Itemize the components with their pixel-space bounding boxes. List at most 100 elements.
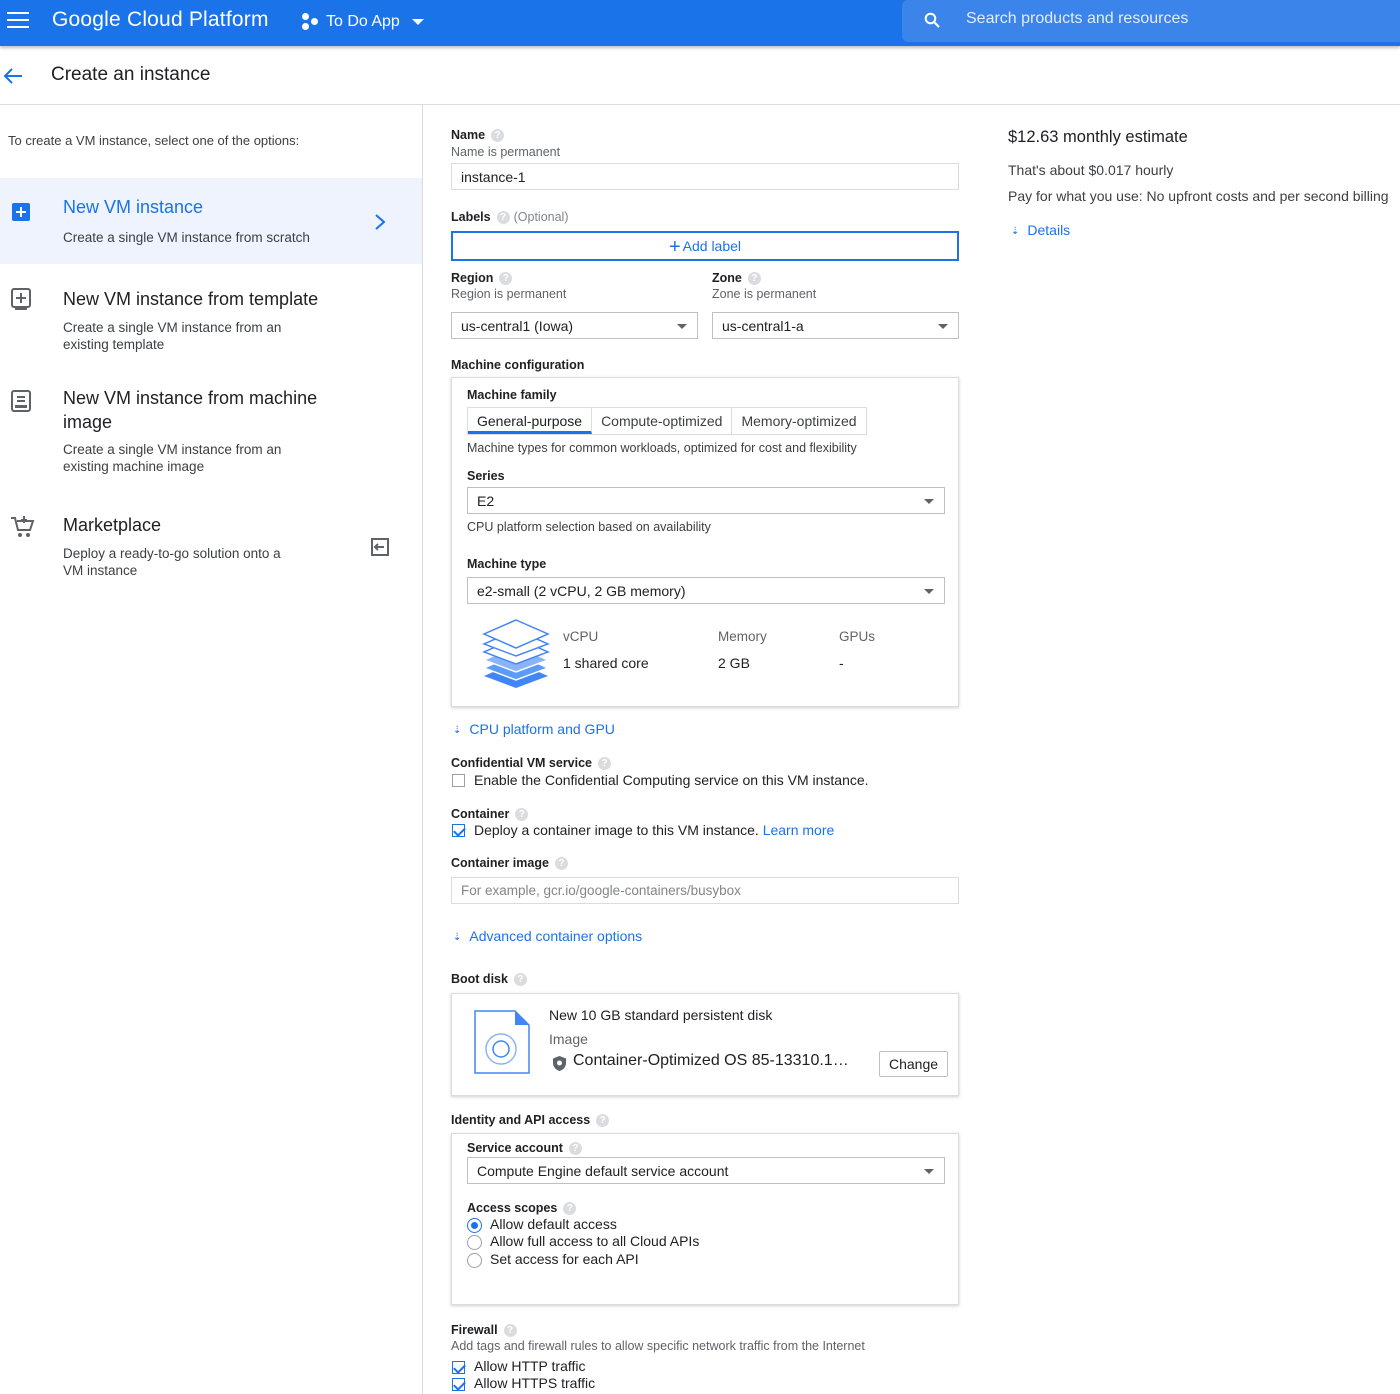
help-icon[interactable]: ? — [499, 272, 513, 286]
project-selector[interactable]: To Do App — [302, 10, 424, 34]
boot-disk-label: Boot disk? — [451, 972, 527, 987]
help-icon[interactable]: ? — [747, 272, 761, 286]
chevron-right-icon — [375, 214, 386, 230]
service-account-select[interactable]: Compute Engine default service account — [467, 1157, 945, 1184]
change-button[interactable]: Change — [879, 1051, 949, 1077]
option-title: New VM instance — [63, 197, 204, 217]
vcpu-value: 1 shared core — [563, 655, 649, 671]
scope-full-radio[interactable] — [467, 1235, 482, 1250]
project-icon — [302, 13, 320, 31]
details-link[interactable]: ⇣ Details — [1011, 222, 1070, 238]
help-icon[interactable]: ? — [503, 1324, 517, 1338]
top-app-bar: Google Cloud Platform To Do App Search p… — [0, 0, 1400, 46]
machine-config-card: Machine family General-purpose Compute-o… — [451, 377, 959, 707]
brand-title[interactable]: Google Cloud Platform — [52, 8, 269, 32]
boot-disk-card: New 10 GB standard persistent disk Image… — [451, 993, 959, 1096]
help-icon[interactable]: ? — [496, 211, 510, 225]
add-box-icon — [12, 203, 30, 221]
scope-full-text: Allow full access to all Cloud APIs — [490, 1233, 700, 1249]
option-desc: Create a single VM instance from an exis… — [63, 320, 282, 352]
vcpu-header: vCPU — [563, 629, 599, 644]
machine-family-label: Machine family — [467, 388, 557, 402]
option-new-vm-instance[interactable]: New VM instance Create a single VM insta… — [0, 178, 422, 264]
region-hint: Region is permanent — [451, 287, 567, 301]
series-select[interactable]: E2 — [467, 487, 945, 514]
confidential-text: Enable the Confidential Computing servic… — [474, 772, 869, 788]
confidential-checkbox[interactable] — [452, 774, 465, 787]
add-label-button[interactable]: + Add label — [451, 231, 959, 261]
help-icon[interactable]: ? — [596, 1114, 610, 1128]
menu-icon[interactable] — [7, 12, 29, 28]
zone-select[interactable]: us-central1-a — [712, 312, 959, 339]
http-checkbox[interactable] — [452, 1361, 465, 1374]
plus-icon: + — [668, 236, 681, 258]
region-select[interactable]: us-central1 (Iowa) — [451, 312, 698, 339]
gpus-header: GPUs — [839, 629, 876, 644]
search-input[interactable]: Search products and resources — [902, 0, 1400, 42]
machine-type-label: Machine type — [467, 557, 547, 571]
option-title: New VM instance from template — [63, 289, 319, 309]
project-name: To Do App — [326, 13, 400, 30]
machine-family-tabs: General-purpose Compute-optimized Memory… — [467, 407, 867, 435]
tab-memory-optimized[interactable]: Memory-optimized — [732, 408, 865, 434]
confidential-label: Confidential VM service? — [451, 756, 612, 771]
tab-general-purpose[interactable]: General-purpose — [468, 408, 593, 434]
labels-label: Labels? (Optional) — [451, 210, 569, 225]
creation-options-panel: To create a VM instance, select one of t… — [0, 105, 423, 1394]
page-title: Create an instance — [51, 64, 211, 85]
help-icon[interactable]: ? — [598, 757, 612, 771]
back-arrow-icon[interactable] — [2, 66, 24, 86]
help-icon[interactable]: ? — [491, 129, 505, 143]
learn-more-link[interactable]: Learn more — [763, 822, 835, 838]
machine-config-label: Machine configuration — [451, 358, 585, 372]
scope-each-text: Set access for each API — [490, 1251, 639, 1267]
help-icon[interactable]: ? — [563, 1202, 577, 1216]
advanced-container-options-link[interactable]: ⇣ Advanced container options — [453, 928, 642, 944]
machine-type-select[interactable]: e2-small (2 vCPU, 2 GB memory) — [467, 577, 945, 604]
option-desc: Deploy a ready-to-go solution onto a VM … — [63, 546, 281, 578]
boot-disk-title: New 10 GB standard persistent disk — [549, 1007, 773, 1023]
memory-header: Memory — [718, 629, 767, 644]
machine-stack-icon — [482, 619, 550, 688]
scope-default-radio[interactable] — [467, 1218, 482, 1233]
firewall-label: Firewall? — [451, 1323, 517, 1338]
scope-each-radio[interactable] — [467, 1253, 482, 1268]
identity-card: Service account? Compute Engine default … — [451, 1133, 959, 1305]
region-label: Region? — [451, 271, 513, 286]
boot-disk-image: Container-Optimized OS 85-13310.1… — [573, 1052, 849, 1069]
https-checkbox[interactable] — [452, 1378, 465, 1391]
memory-value: 2 GB — [718, 655, 750, 671]
http-text: Allow HTTP traffic — [474, 1358, 586, 1374]
search-placeholder: Search products and resources — [966, 10, 1189, 27]
name-input[interactable]: instance-1 — [451, 163, 959, 190]
billing-note: Pay for what you use: No upfront costs a… — [1008, 188, 1389, 204]
help-icon[interactable]: ? — [515, 808, 529, 822]
help-icon[interactable]: ? — [554, 857, 568, 871]
option-from-template[interactable]: New VM instance from template Create a s… — [0, 270, 422, 360]
series-hint: CPU platform selection based on availabi… — [467, 520, 711, 534]
expand-icon: ⇣ — [453, 725, 462, 736]
option-from-machine-image[interactable]: New VM instance from machine image Creat… — [0, 375, 422, 485]
cart-icon — [11, 516, 35, 537]
container-checkbox[interactable] — [452, 824, 465, 837]
series-label: Series — [467, 469, 505, 483]
container-image-input[interactable]: For example, gcr.io/google-containers/bu… — [451, 877, 959, 904]
help-icon[interactable]: ? — [568, 1142, 582, 1156]
tab-compute-optimized[interactable]: Compute-optimized — [592, 408, 733, 434]
help-icon[interactable]: ? — [513, 973, 527, 987]
option-desc: Create a single VM instance from scratch — [63, 230, 310, 245]
search-icon — [924, 12, 940, 28]
disk-icon — [474, 1010, 530, 1074]
zone-hint: Zone is permanent — [712, 287, 817, 301]
image-label: Image — [549, 1031, 588, 1047]
expand-icon: ⇣ — [1011, 226, 1020, 237]
option-marketplace[interactable]: Marketplace Deploy a ready-to-go solutio… — [0, 503, 422, 593]
machine-image-icon — [11, 390, 31, 412]
cpu-platform-gpu-link[interactable]: ⇣ CPU platform and GPU — [453, 721, 615, 737]
caret-down-icon — [411, 19, 424, 25]
open-external-icon[interactable] — [370, 537, 390, 557]
page-header: Create an instance — [0, 46, 1400, 105]
identity-label: Identity and API access? — [451, 1113, 610, 1128]
name-label: Name? — [451, 128, 505, 143]
container-image-label: Container image? — [451, 856, 568, 871]
